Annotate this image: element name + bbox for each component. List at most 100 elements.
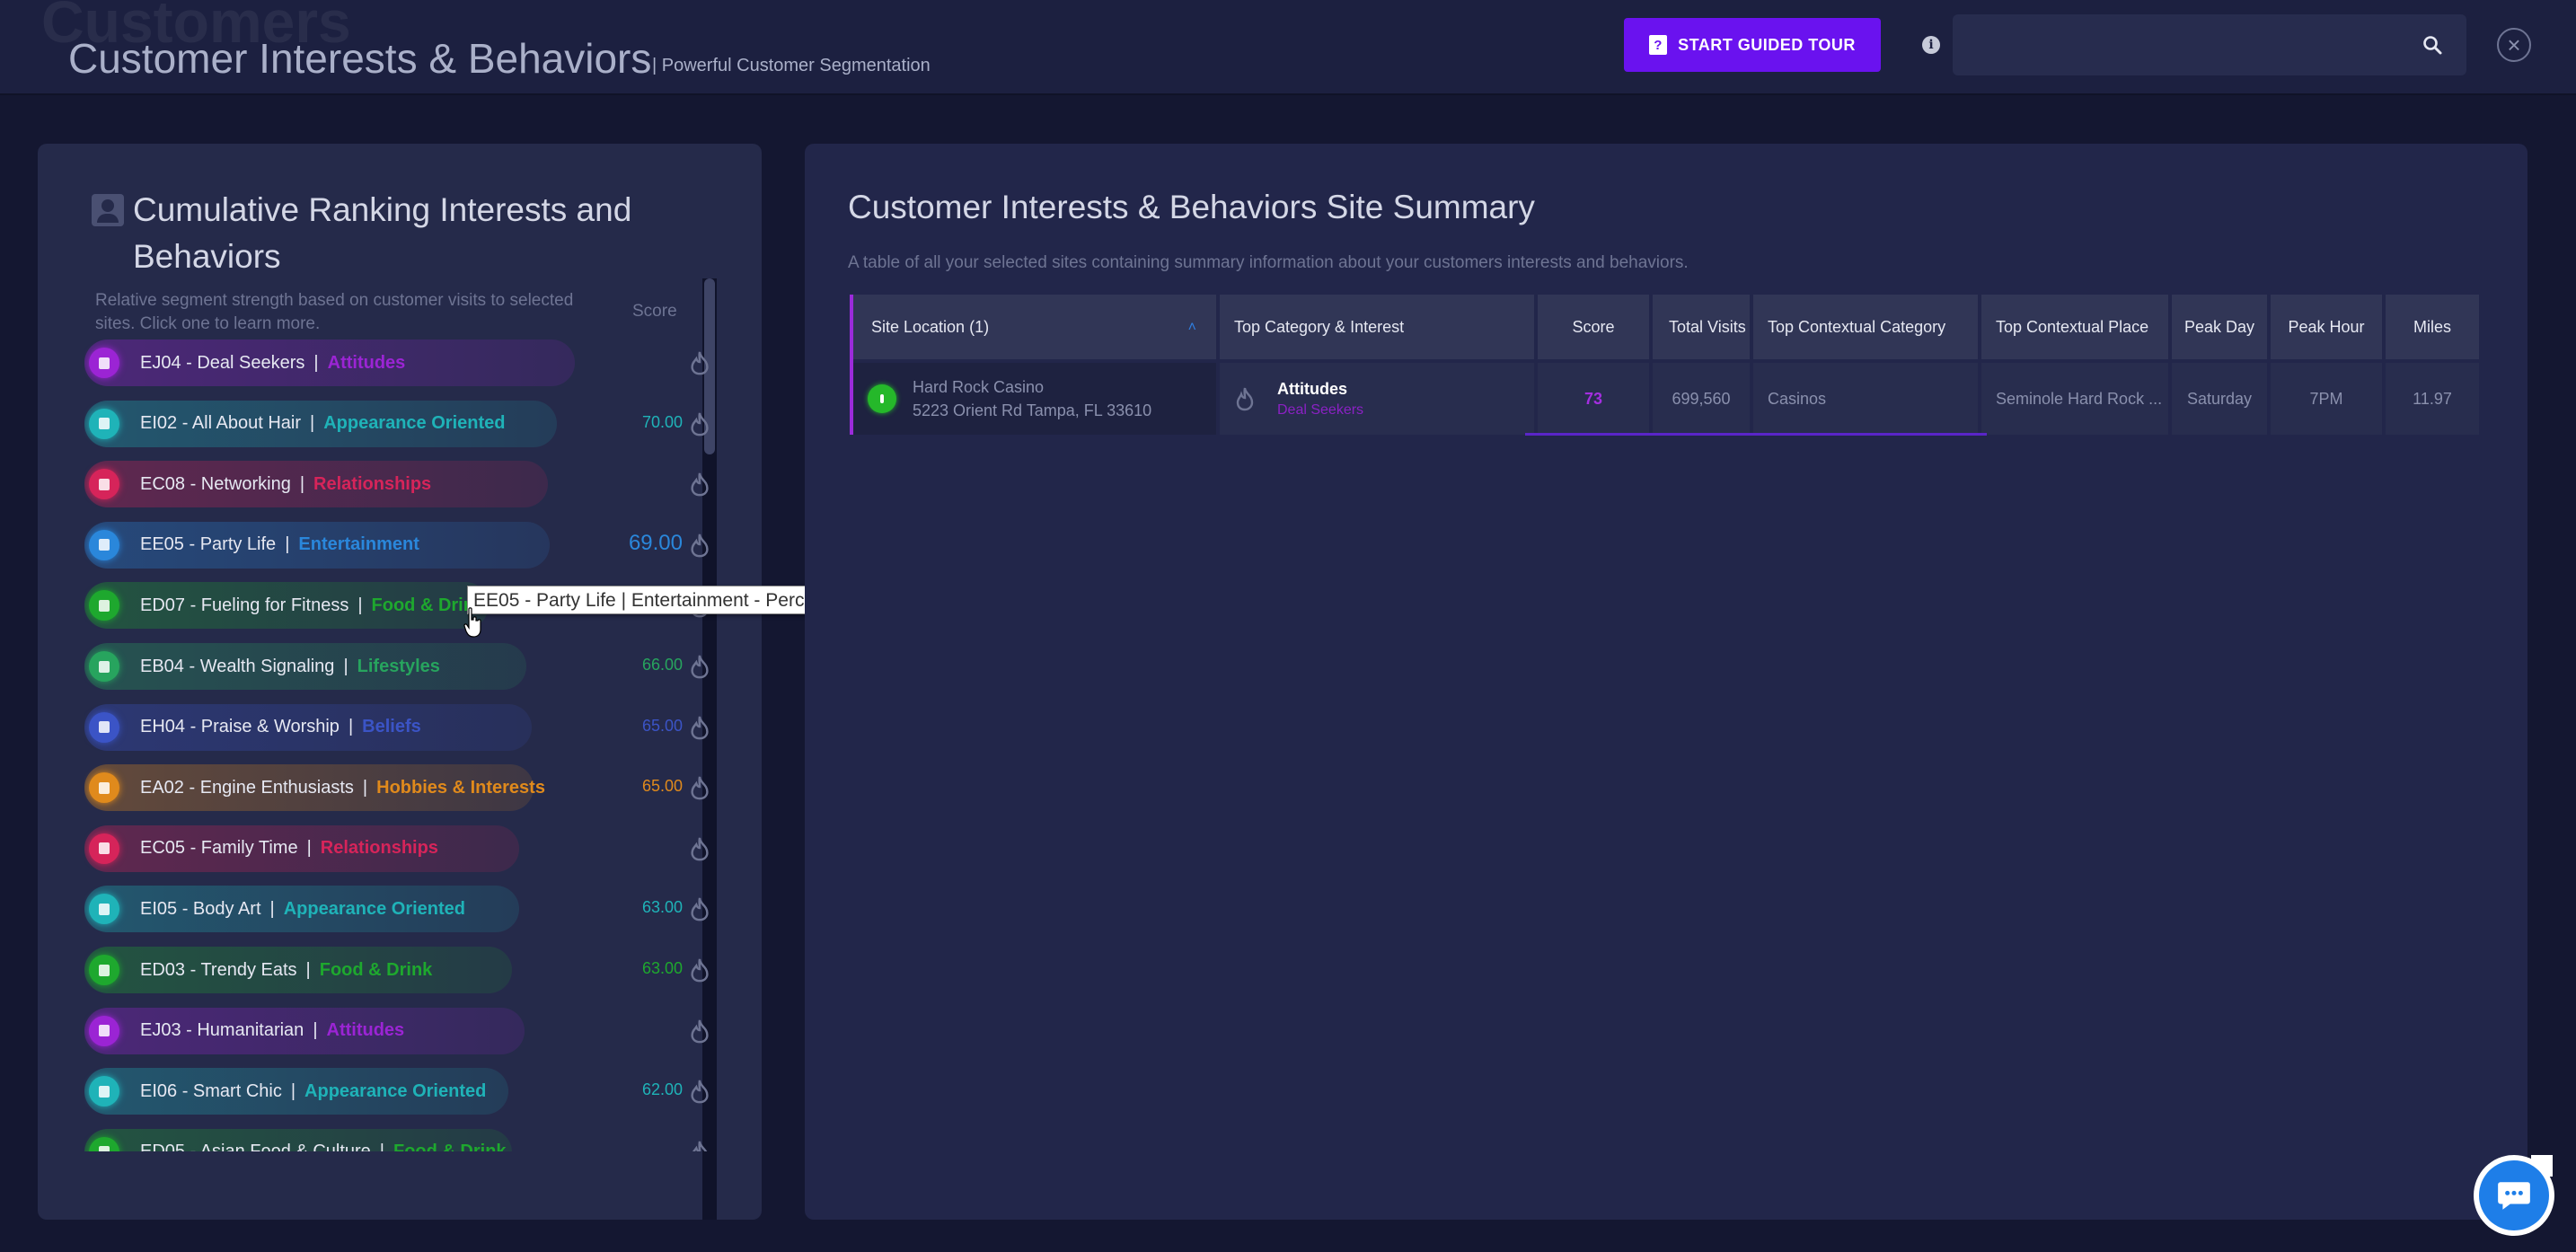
ranking-item[interactable]: EC05 - Family Time | Relationships xyxy=(84,824,713,872)
ranking-item[interactable]: ED05 - Asian Food & Culture | Food & Drink xyxy=(84,1128,713,1151)
segment-score: 65.00 xyxy=(641,716,683,735)
segment-category: Relationships xyxy=(320,838,438,859)
segment-name: EI02 - All About Hair xyxy=(140,413,301,434)
info-icon[interactable]: i xyxy=(1922,36,1940,54)
flame-icon xyxy=(691,716,709,739)
segment-category: Appearance Oriented xyxy=(323,413,506,434)
segment-badge-icon xyxy=(84,401,124,447)
search-box[interactable] xyxy=(1953,14,2466,75)
search-input[interactable] xyxy=(1953,14,2466,75)
segment-category: Hobbies & Interests xyxy=(376,777,545,798)
column-header-contextual-category[interactable]: Top Contextual Category xyxy=(1753,295,1978,359)
ranking-title: Cumulative Ranking Interests and Behavio… xyxy=(133,191,632,275)
column-header-contextual-place[interactable]: Top Contextual Place xyxy=(1981,295,2168,359)
start-guided-tour-button[interactable]: ? START GUIDED TOUR xyxy=(1624,18,1881,72)
segment-category: Appearance Oriented xyxy=(304,1080,487,1101)
segment-category: Food & Drink xyxy=(393,1142,507,1151)
segment-score: 70.00 xyxy=(641,412,683,431)
site-summary-panel: Customer Interests & Behaviors Site Summ… xyxy=(805,144,2527,1220)
column-header-total-visits[interactable]: Total Visits xyxy=(1653,295,1750,359)
ranking-item[interactable]: EC08 - Networking | Relationships xyxy=(84,461,713,508)
ranking-item[interactable]: EJ04 - Deal Seekers | Attitudes xyxy=(84,339,713,386)
segment-name: EH04 - Praise & Worship xyxy=(140,717,340,737)
ranking-item[interactable]: EI02 - All About Hair | Appearance Oriente… xyxy=(84,400,713,447)
column-header-site-location[interactable]: Site Location (1) ˄ xyxy=(850,295,1216,359)
ranking-item[interactable]: EH04 - Praise & Worship | Beliefs 65.00 xyxy=(84,703,713,751)
segment-separator: | xyxy=(299,473,305,494)
segment-separator: | xyxy=(380,1142,384,1151)
segment-separator: | xyxy=(357,595,363,615)
cell-score: 73 xyxy=(1538,363,1649,435)
page-subtitle: | Powerful Customer Segmentation xyxy=(652,56,931,75)
segment-separator: | xyxy=(306,838,312,859)
cell-top-category: Attitudes Deal Seekers xyxy=(1220,363,1534,435)
ranking-item[interactable]: EJ03 - Humanitarian | Attitudes xyxy=(84,1007,713,1054)
question-icon: ? xyxy=(1649,35,1668,55)
cell-peak-hour: 7PM xyxy=(2271,363,2382,435)
ranking-pill[interactable]: EJ04 - Deal Seekers | Attitudes xyxy=(84,339,575,386)
ranking-pill[interactable]: EI05 - Body Art | Appearance Oriented xyxy=(84,886,519,933)
segment-name: EI06 - Smart Chic xyxy=(140,1080,282,1101)
ranking-item[interactable]: EI05 - Body Art | Appearance Oriented 63.00 xyxy=(84,886,713,933)
ranking-item[interactable]: EB04 - Wealth Signaling | Lifestyles 66.00 xyxy=(84,643,713,690)
segment-badge-icon xyxy=(84,1008,124,1054)
segment-name: ED05 - Asian Food & Culture xyxy=(140,1142,371,1151)
segment-category: Relationships xyxy=(313,473,432,494)
column-header-peak-hour[interactable]: Peak Hour xyxy=(2271,295,2382,359)
flame-icon xyxy=(691,533,709,558)
segment-category: Lifestyles xyxy=(357,656,440,676)
site-name: Hard Rock Casino xyxy=(913,378,1045,396)
segment-badge-icon xyxy=(84,825,124,872)
ranking-pill[interactable]: EC05 - Family Time | Relationships xyxy=(84,824,519,872)
flame-icon xyxy=(691,958,709,983)
ranking-list: EJ04 - Deal Seekers | Attitudes EI02 - All … xyxy=(84,339,713,1151)
table-row[interactable]: Hard Rock Casino 5223 Orient Rd Tampa, F… xyxy=(850,295,2479,436)
chat-button[interactable] xyxy=(2474,1155,2554,1236)
column-header-score[interactable]: Score xyxy=(1538,295,1649,359)
ranking-pill[interactable]: ED07 - Fueling for Fitness | Food & Drink xyxy=(84,582,489,630)
ranking-item[interactable]: EE05 - Party Life | Entertainment 69.00 xyxy=(84,521,713,569)
search-icon[interactable] xyxy=(2422,34,2443,56)
ranking-pill[interactable]: ED03 - Trendy Eats | Food & Drink xyxy=(84,947,512,993)
segment-separator: | xyxy=(269,898,275,919)
flame-icon xyxy=(691,1080,709,1104)
flame-icon xyxy=(691,837,709,861)
segment-badge-icon xyxy=(84,461,124,507)
segment-score: 66.00 xyxy=(641,656,683,674)
cell-miles: 11.97 xyxy=(2386,363,2479,435)
ranking-pill[interactable]: EH04 - Praise & Worship | Beliefs xyxy=(84,703,532,751)
ranking-description: Relative segment strength based on custo… xyxy=(95,291,574,333)
site-address: 5223 Orient Rd Tampa, FL 33610 xyxy=(913,401,1152,419)
ranking-pill[interactable]: ED05 - Asian Food & Culture | Food & Drink xyxy=(84,1128,512,1151)
ranking-item[interactable]: ED03 - Trendy Eats | Food & Drink 63.00 xyxy=(84,947,713,993)
segment-badge-icon xyxy=(84,1068,124,1115)
ranking-item[interactable]: EI06 - Smart Chic | Appearance Oriented 62.… xyxy=(84,1068,713,1115)
ranking-pill[interactable]: EI02 - All About Hair | Appearance Oriente… xyxy=(84,400,557,447)
flame-icon xyxy=(691,1019,709,1043)
flame-icon xyxy=(691,412,709,436)
cell-site-location[interactable]: Hard Rock Casino 5223 Orient Rd Tampa, F… xyxy=(853,363,1216,435)
segment-name: EB04 - Wealth Signaling xyxy=(140,656,335,676)
sort-up-icon[interactable]: ˄ xyxy=(1188,316,1196,339)
segment-badge-icon xyxy=(84,1129,124,1151)
segment-category: Appearance Oriented xyxy=(283,898,466,919)
segment-badge-icon xyxy=(84,704,124,751)
segment-name: ED07 - Fueling for Fitness xyxy=(140,595,349,615)
ranking-pill[interactable]: EA02 - Engine Enthusiasts | Hobbies & Inte… xyxy=(84,764,545,812)
column-header-miles[interactable]: Miles xyxy=(2386,295,2479,359)
column-header-top-category[interactable]: Top Category & Interest xyxy=(1220,295,1534,359)
segment-score: 63.00 xyxy=(641,959,683,977)
ranking-pill[interactable]: EB04 - Wealth Signaling | Lifestyles xyxy=(84,643,526,690)
ranking-pill[interactable]: EC08 - Networking | Relationships xyxy=(84,461,548,508)
segment-name: EJ03 - Humanitarian xyxy=(140,1020,304,1041)
cell-total-visits: 699,560 xyxy=(1653,363,1750,435)
column-header-peak-day[interactable]: Peak Day xyxy=(2172,295,2267,359)
ranking-pill[interactable]: EJ03 - Humanitarian | Attitudes xyxy=(84,1007,525,1054)
segment-name: ED03 - Trendy Eats xyxy=(140,959,297,980)
ranking-pill[interactable]: EE05 - Party Life | Entertainment xyxy=(84,521,550,569)
row-progress-underline xyxy=(1525,433,1987,436)
ranking-item[interactable]: EA02 - Engine Enthusiasts | Hobbies & Inte… xyxy=(84,764,713,812)
ranking-pill[interactable]: EI06 - Smart Chic | Appearance Oriented xyxy=(84,1068,508,1115)
hand-cursor-icon xyxy=(463,607,481,638)
close-icon[interactable]: × xyxy=(2497,28,2531,62)
